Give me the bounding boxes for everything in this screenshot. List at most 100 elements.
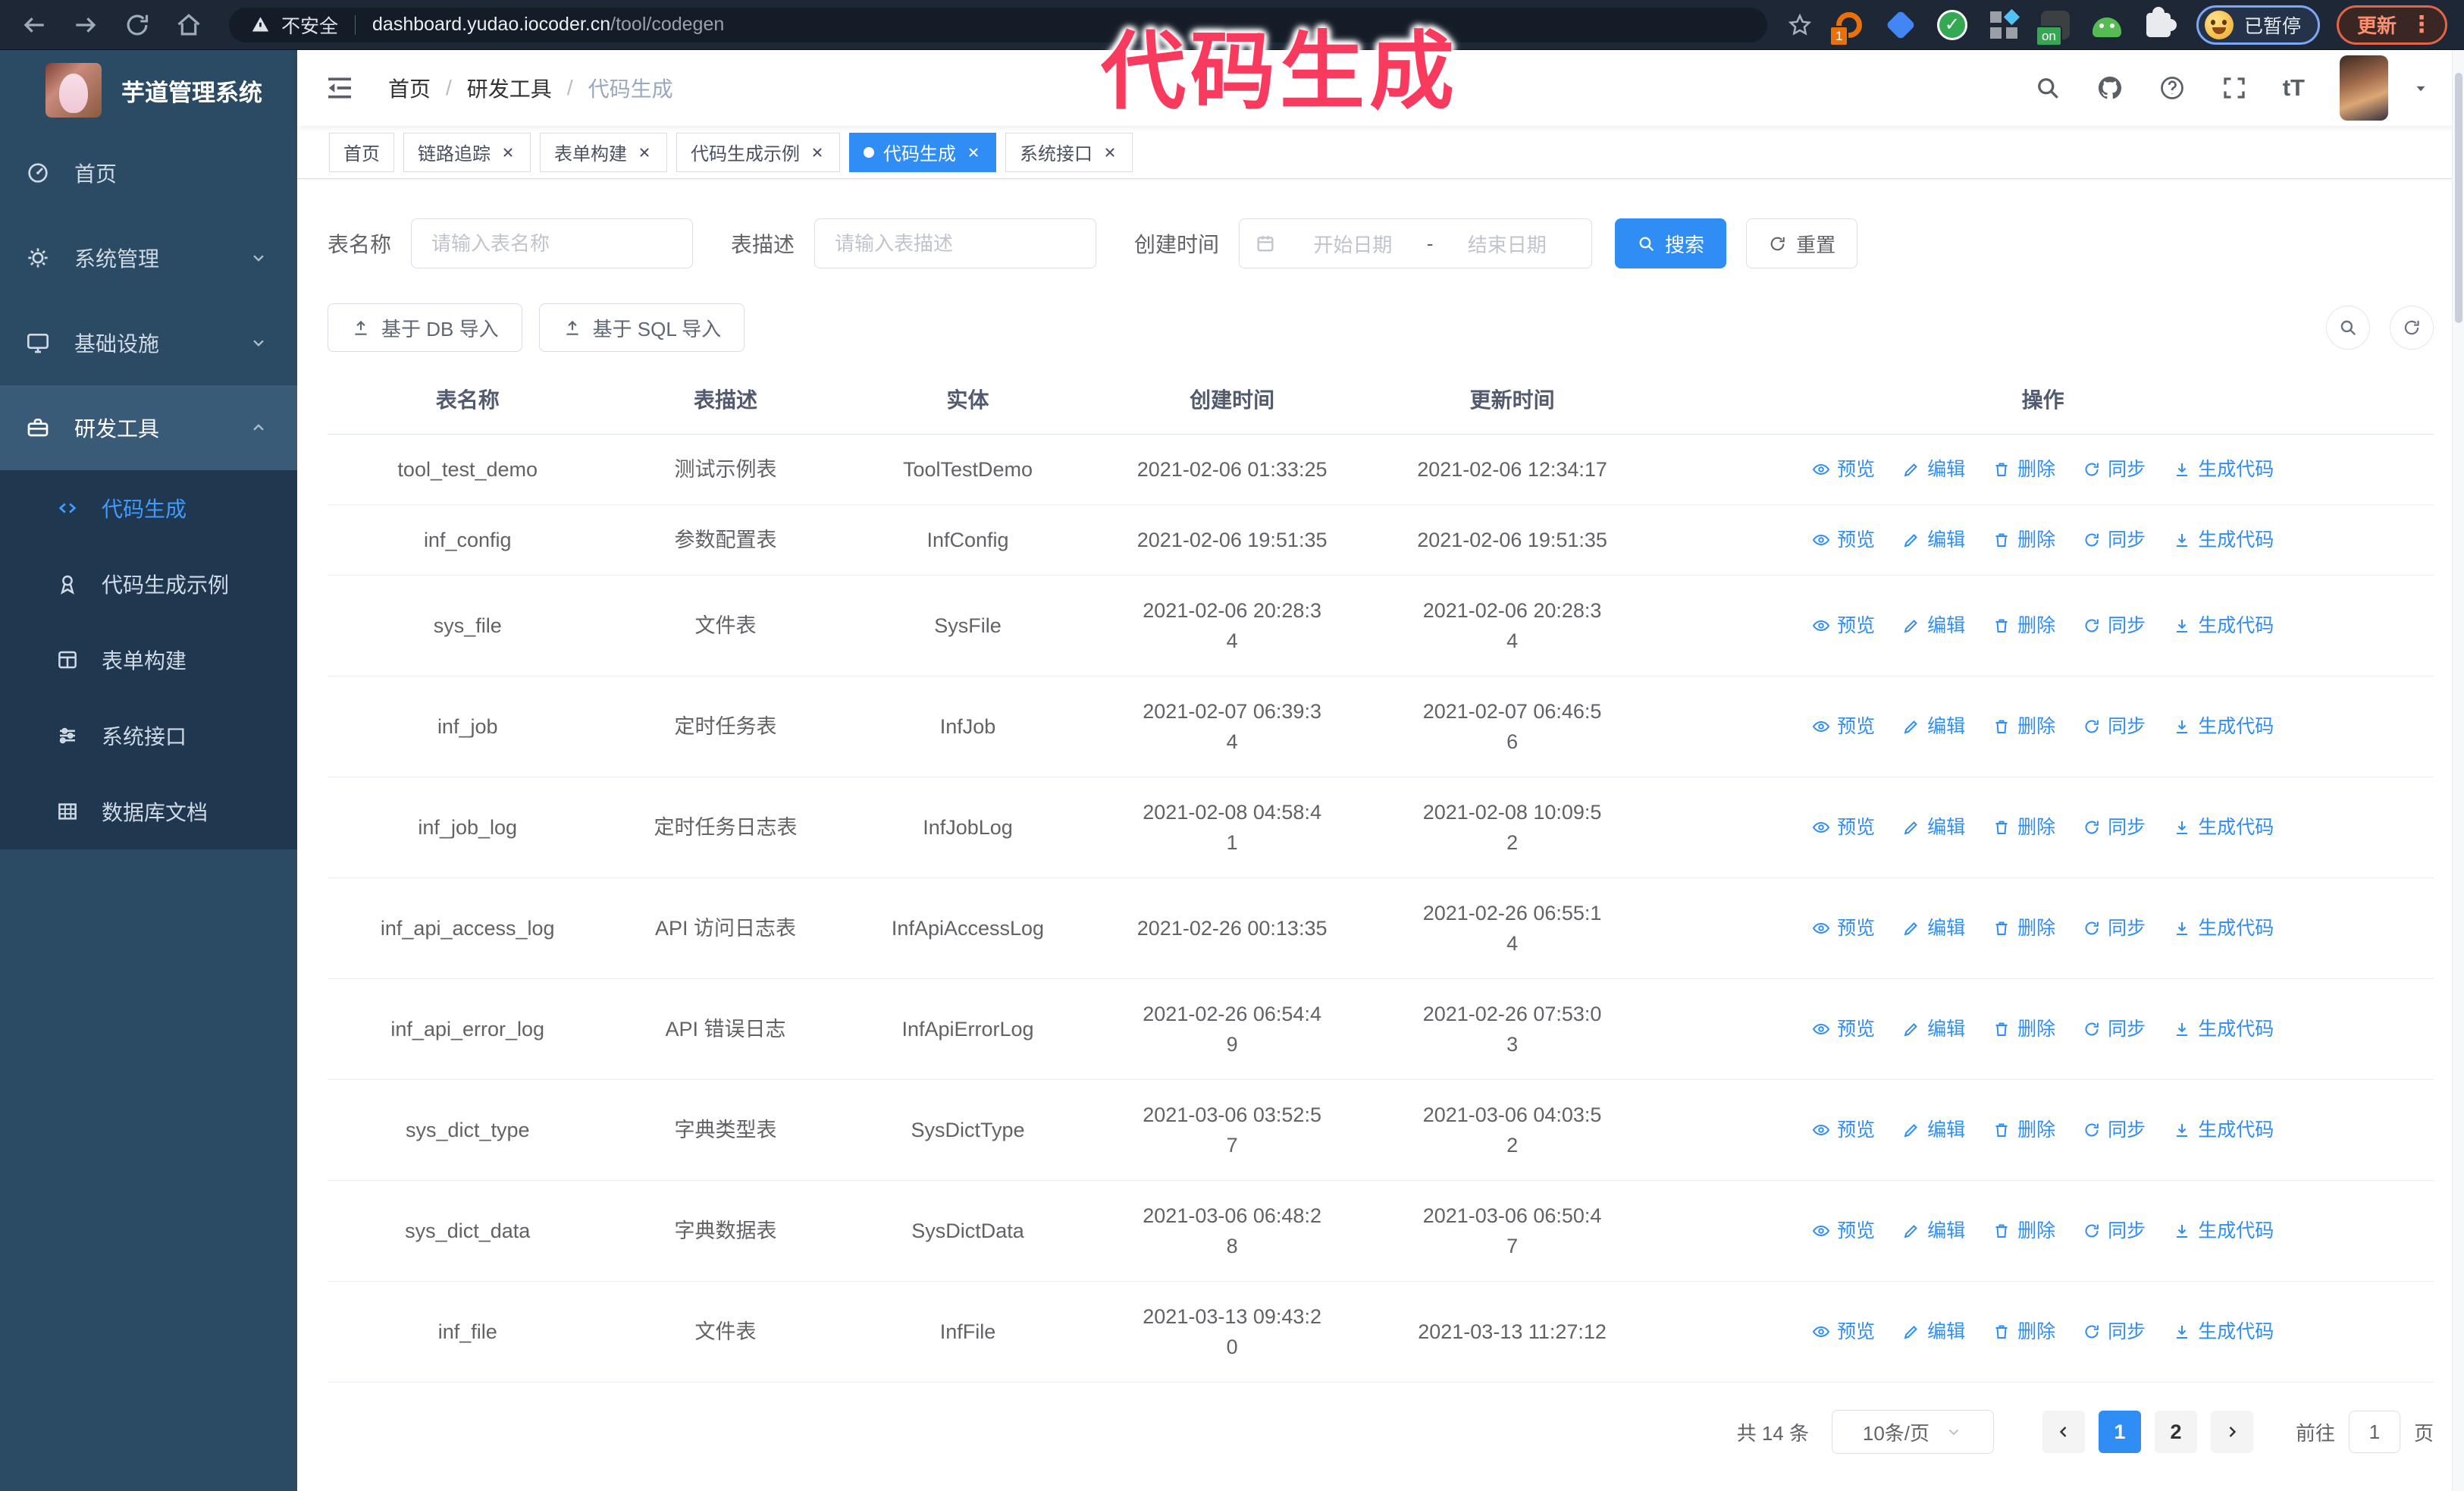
browser-back-button[interactable] — [20, 11, 49, 39]
delete-link[interactable]: 删除 — [1992, 1115, 2055, 1145]
sidebar-subitem-code-generation-example[interactable]: 代码生成示例 — [0, 546, 297, 622]
tab-home[interactable]: 首页 — [329, 132, 394, 172]
extension-android-icon[interactable] — [2090, 8, 2124, 42]
sidebar-item-infrastructure[interactable]: 基础设施 — [0, 300, 297, 385]
import-sql-button[interactable]: 基于 SQL 导入 — [538, 303, 745, 352]
sync-link[interactable]: 同步 — [2083, 913, 2146, 943]
extension-check-icon[interactable] — [1936, 8, 1969, 42]
browser-home-button[interactable] — [174, 11, 203, 39]
delete-link[interactable]: 删除 — [1992, 812, 2055, 843]
page-1-button[interactable]: 1 — [2098, 1411, 2141, 1453]
avatar[interactable] — [2340, 55, 2388, 121]
sync-link[interactable]: 同步 — [2083, 1014, 2146, 1044]
github-icon[interactable] — [2096, 74, 2124, 102]
preview-link[interactable]: 预览 — [1812, 812, 1875, 843]
close-tab-icon[interactable] — [636, 144, 653, 161]
bookmark-star-icon[interactable] — [1787, 12, 1813, 38]
preview-link[interactable]: 预览 — [1812, 1014, 1875, 1044]
profile-chip[interactable]: 已暂停 — [2196, 5, 2320, 45]
preview-link[interactable]: 预览 — [1812, 454, 1875, 485]
generate-code-link[interactable]: 生成代码 — [2173, 1317, 2274, 1347]
preview-link[interactable]: 预览 — [1812, 1317, 1875, 1347]
generate-code-link[interactable]: 生成代码 — [2173, 1216, 2274, 1246]
browser-reload-button[interactable] — [123, 11, 152, 39]
fullscreen-icon[interactable] — [2221, 74, 2248, 102]
extension-circle-icon[interactable]: 1 — [1829, 8, 1866, 46]
preview-link[interactable]: 预览 — [1812, 1115, 1875, 1145]
edit-link[interactable]: 编辑 — [1902, 1216, 1965, 1246]
preview-link[interactable]: 预览 — [1812, 913, 1875, 943]
preview-link[interactable]: 预览 — [1812, 711, 1875, 742]
page-2-button[interactable]: 2 — [2154, 1411, 2197, 1453]
reset-button[interactable]: 重置 — [1746, 218, 1858, 268]
sync-link[interactable]: 同步 — [2083, 611, 2146, 641]
preview-link[interactable]: 预览 — [1812, 525, 1875, 555]
delete-link[interactable]: 删除 — [1992, 525, 2055, 555]
browser-update-button[interactable]: 更新 ⋮ — [2336, 5, 2447, 45]
sidebar-subitem-system-api[interactable]: 系统接口 — [0, 698, 297, 774]
edit-link[interactable]: 编辑 — [1902, 611, 1965, 641]
generate-code-link[interactable]: 生成代码 — [2173, 1115, 2274, 1145]
page-size-select[interactable]: 10条/页 — [1831, 1410, 1994, 1454]
hamburger-icon[interactable] — [324, 73, 355, 103]
delete-link[interactable]: 删除 — [1992, 711, 2055, 742]
app-logo[interactable]: 芋道管理系统 — [0, 50, 297, 130]
delete-link[interactable]: 删除 — [1992, 1014, 2055, 1044]
scrollbar[interactable] — [2452, 50, 2464, 1491]
preview-link[interactable]: 预览 — [1812, 611, 1875, 641]
generate-code-link[interactable]: 生成代码 — [2173, 525, 2274, 555]
import-db-button[interactable]: 基于 DB 导入 — [328, 303, 522, 352]
edit-link[interactable]: 编辑 — [1902, 1115, 1965, 1145]
browser-forward-button[interactable] — [71, 11, 100, 39]
delete-link[interactable]: 删除 — [1992, 913, 2055, 943]
sync-link[interactable]: 同步 — [2083, 1317, 2146, 1347]
extension-grid-icon[interactable] — [1987, 8, 2020, 42]
close-tab-icon[interactable] — [500, 144, 516, 161]
delete-link[interactable]: 删除 — [1992, 454, 2055, 485]
sync-link[interactable]: 同步 — [2083, 525, 2146, 555]
edit-link[interactable]: 编辑 — [1902, 913, 1965, 943]
edit-link[interactable]: 编辑 — [1902, 1014, 1965, 1044]
sidebar-subitem-form-builder[interactable]: 表单构建 — [0, 622, 297, 698]
search-button[interactable]: 搜索 — [1615, 218, 1727, 268]
generate-code-link[interactable]: 生成代码 — [2173, 611, 2274, 641]
generate-code-link[interactable]: 生成代码 — [2173, 711, 2274, 742]
sync-link[interactable]: 同步 — [2083, 711, 2146, 742]
tab-codegen[interactable]: 代码生成 — [849, 132, 996, 172]
sidebar-item-system-management[interactable]: 系统管理 — [0, 215, 297, 300]
font-size-icon[interactable] — [2283, 74, 2305, 102]
breadcrumb-item[interactable]: 研发工具 — [467, 73, 552, 103]
address-bar[interactable]: 不安全 dashboard.yudao.iocoder.cn /tool/cod… — [229, 7, 1767, 42]
sync-link[interactable]: 同步 — [2083, 1115, 2146, 1145]
tab-system-api[interactable]: 系统接口 — [1005, 132, 1133, 172]
sidebar-subitem-code-generation[interactable]: 代码生成 — [0, 470, 297, 546]
tab-form-builder[interactable]: 表单构建 — [540, 132, 667, 172]
edit-link[interactable]: 编辑 — [1902, 525, 1965, 555]
delete-link[interactable]: 删除 — [1992, 611, 2055, 641]
extension-gem-icon[interactable] — [1884, 8, 1917, 42]
edit-link[interactable]: 编辑 — [1902, 812, 1965, 843]
next-page-button[interactable] — [2210, 1411, 2253, 1453]
kebab-menu-icon[interactable]: ⋮ — [2410, 13, 2433, 36]
sidebar-subitem-database-doc[interactable]: 数据库文档 — [0, 774, 297, 849]
help-icon[interactable] — [2158, 74, 2186, 102]
sync-link[interactable]: 同步 — [2083, 812, 2146, 843]
breadcrumb-item[interactable]: 首页 — [388, 73, 431, 103]
extension-puzzle-icon[interactable] — [2142, 6, 2177, 42]
toggle-search-button[interactable] — [2326, 306, 2370, 350]
delete-link[interactable]: 删除 — [1992, 1216, 2055, 1246]
preview-link[interactable]: 预览 — [1812, 1216, 1875, 1246]
close-tab-icon[interactable] — [809, 144, 826, 161]
close-tab-icon[interactable] — [1102, 144, 1118, 161]
tab-link-tracing[interactable]: 链路追踪 — [403, 132, 531, 172]
close-tab-icon[interactable] — [965, 144, 982, 161]
tab-codegen-example[interactable]: 代码生成示例 — [676, 132, 840, 172]
edit-link[interactable]: 编辑 — [1902, 1317, 1965, 1347]
sidebar-item-dev-tools[interactable]: 研发工具 — [0, 385, 297, 470]
generate-code-link[interactable]: 生成代码 — [2173, 812, 2274, 843]
goto-page-input[interactable] — [2348, 1411, 2400, 1453]
scrollbar-thumb[interactable] — [2455, 73, 2462, 323]
delete-link[interactable]: 删除 — [1992, 1317, 2055, 1347]
create-time-range-input[interactable]: 开始日期 - 结束日期 — [1239, 218, 1593, 268]
generate-code-link[interactable]: 生成代码 — [2173, 454, 2274, 485]
